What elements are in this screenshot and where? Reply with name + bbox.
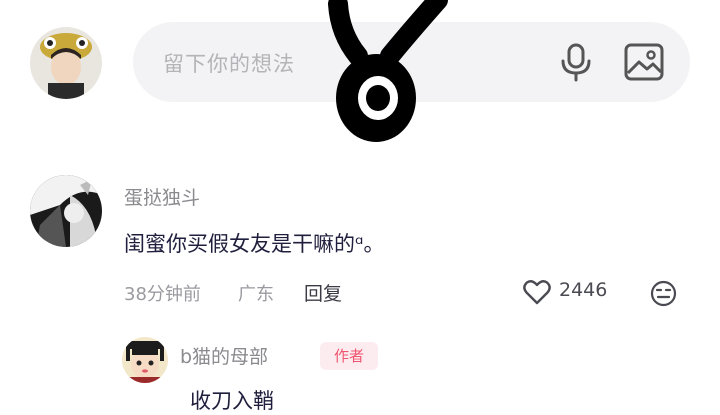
microphone-icon[interactable] — [558, 42, 594, 82]
reply-username[interactable]: b猫的母部 — [180, 342, 268, 369]
reply-author-avatar[interactable] — [122, 337, 168, 383]
comment-time: 38分钟前 — [124, 284, 201, 305]
reply-text: 收刀入鞘 — [190, 389, 274, 413]
comment-text: 闺蜜你买假女友是干嘛的ᵅ。 — [124, 232, 385, 256]
comment-location: 广东 — [238, 284, 274, 305]
current-user-avatar[interactable] — [30, 27, 102, 99]
image-icon[interactable] — [623, 42, 665, 82]
like-count: 2446 — [559, 279, 608, 301]
comment-input-placeholder: 留下你的想法 — [163, 52, 295, 76]
dislike-face-icon[interactable] — [650, 280, 677, 307]
reply-button[interactable]: 回复 — [304, 279, 342, 306]
author-badge: 作者 — [320, 342, 378, 370]
sticker-overlay — [318, 0, 450, 154]
heart-icon[interactable] — [523, 279, 551, 305]
comment-username[interactable]: 蛋挞独斗 — [124, 183, 200, 210]
commenter-avatar[interactable] — [30, 175, 102, 247]
